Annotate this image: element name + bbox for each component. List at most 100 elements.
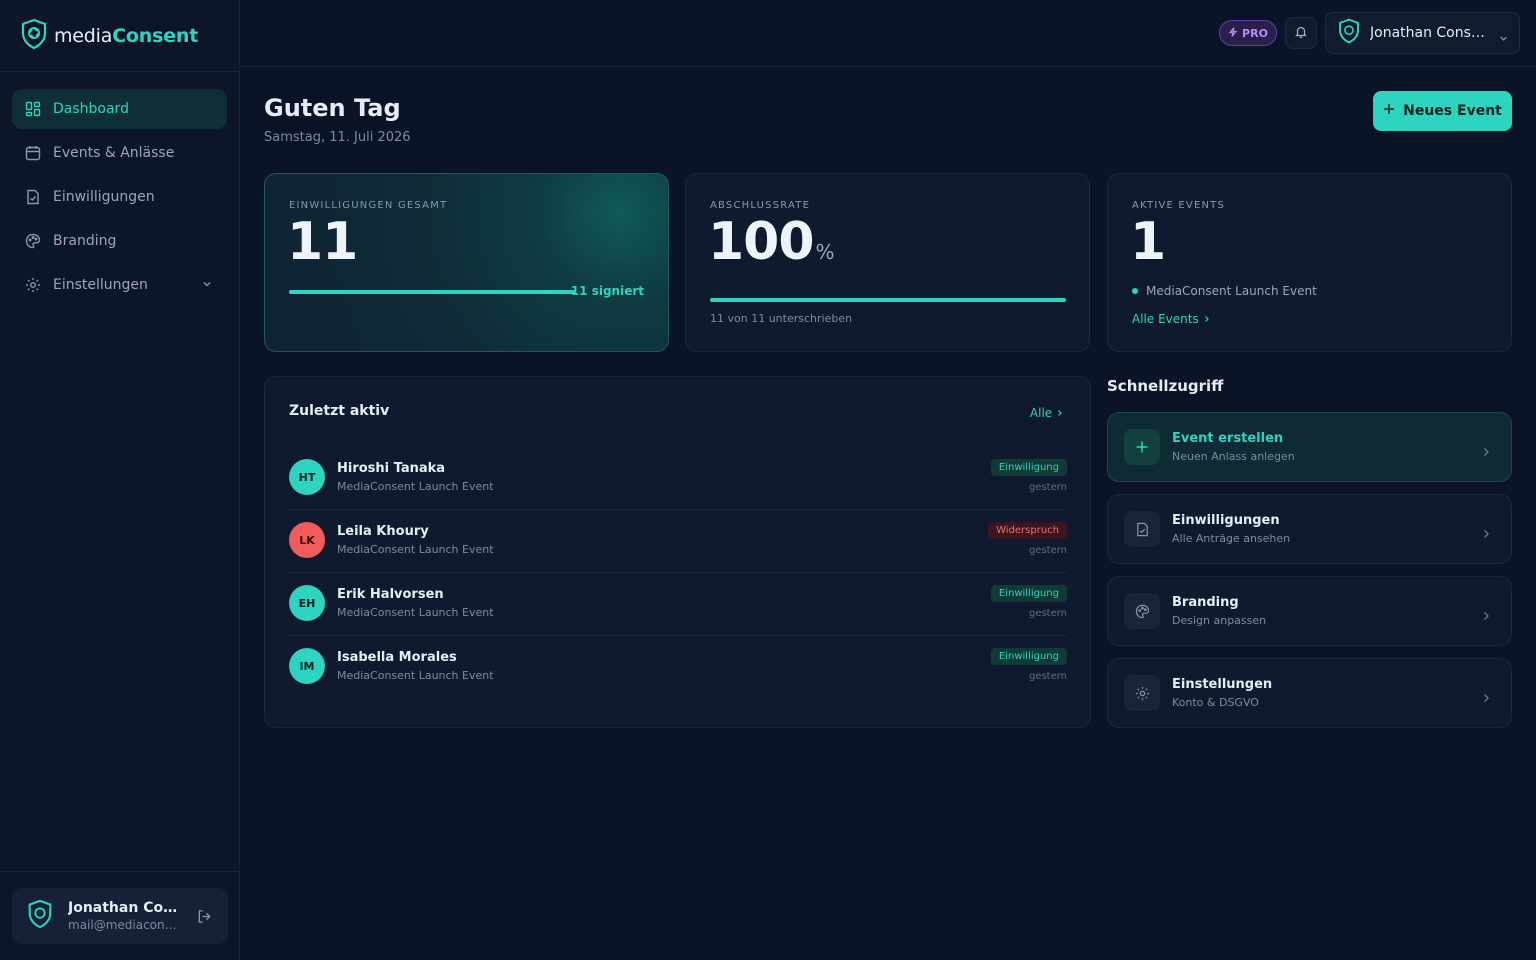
recent-activity-card: Zuletzt aktiv Alle HT Hiroshi Tanaka Med…: [264, 376, 1091, 728]
sidebar-item-branding[interactable]: Branding: [12, 221, 227, 261]
avatar: LK: [289, 522, 325, 558]
stat-unit: %: [815, 240, 835, 264]
user-email: mail@mediaconsent.de: [68, 918, 180, 932]
sidebar-item-label: Dashboard: [53, 101, 129, 117]
quick-title: Einstellungen: [1172, 677, 1273, 692]
palette-icon: [25, 233, 41, 249]
new-event-label: Neues Event: [1403, 103, 1502, 119]
status-badge: Widerspruch: [988, 522, 1067, 539]
account-name: Jonathan Consent: [1370, 25, 1488, 41]
quick-sub: Alle Anträge ansehen: [1172, 532, 1291, 545]
event-name: MediaConsent Launch Event: [337, 543, 494, 556]
stat-sub: 11 von 11 unterschrieben: [710, 312, 853, 325]
event-name: MediaConsent Launch Event: [337, 606, 494, 619]
all-events-link[interactable]: Alle Events: [1132, 312, 1211, 326]
chevron-down-icon[interactable]: [201, 278, 213, 294]
stat-label: AKTIVE EVENTS: [1132, 200, 1226, 211]
sidebar-item-einwilligungen[interactable]: Einwilligungen: [12, 177, 227, 217]
active-event-name: MediaConsent Launch Event: [1146, 284, 1317, 298]
status-badge: Einwilligung: [990, 648, 1067, 665]
sidebar-item-events[interactable]: Events & Anlässe: [12, 133, 227, 173]
signed-count: 11 signiert: [570, 284, 644, 298]
list-item[interactable]: LK Leila Khoury MediaConsent Launch Even…: [289, 510, 1067, 573]
status-badge: Einwilligung: [990, 459, 1067, 476]
avatar: HT: [289, 459, 325, 495]
quick-title: Event erstellen: [1172, 431, 1284, 446]
person-name: Erik Halvorsen: [337, 587, 444, 602]
quick-sub: Neuen Anlass anlegen: [1172, 450, 1295, 463]
plus-icon: [1124, 429, 1160, 465]
chevron-right-icon: [1481, 524, 1491, 543]
chevron-down-icon: [1498, 29, 1509, 48]
quick-einstellungen[interactable]: Einstellungen Konto & DSGVO: [1107, 658, 1512, 728]
chevron-right-icon: [1481, 688, 1491, 707]
stat-label: EINWILLIGUNGEN GESAMT: [289, 200, 448, 211]
chevron-right-icon: [1481, 442, 1491, 461]
quick-title: Einwilligungen: [1172, 513, 1280, 528]
pro-badge[interactable]: PRO: [1219, 20, 1277, 46]
quick-title: Branding: [1172, 595, 1239, 610]
stat-card-consents: EINWILLIGUNGEN GESAMT 11 11 signiert: [264, 173, 669, 352]
bell-icon: [1294, 24, 1308, 43]
account-menu[interactable]: Jonathan Consent: [1325, 12, 1520, 54]
section-title: Zuletzt aktiv: [289, 403, 390, 419]
sidebar-footer: Jonathan Consent mail@mediaconsent.de: [0, 871, 240, 960]
sidebar-item-label: Einwilligungen: [53, 189, 155, 205]
quick-access-title: Schnellzugriff: [1107, 377, 1224, 395]
sidebar: mediaConsent Dashboard Events & Anlässe …: [0, 0, 240, 960]
timestamp: gestern: [1028, 545, 1067, 556]
person-name: Isabella Morales: [337, 650, 457, 665]
stat-card-events: AKTIVE EVENTS 1 MediaConsent Launch Even…: [1107, 173, 1512, 352]
notifications-button[interactable]: [1285, 17, 1317, 49]
list-item[interactable]: EH Erik Halvorsen MediaConsent Launch Ev…: [289, 573, 1067, 636]
list-item[interactable]: IM Isabella Morales MediaConsent Launch …: [289, 636, 1067, 699]
view-all-link[interactable]: Alle: [1030, 406, 1064, 420]
palette-icon: [1124, 593, 1160, 629]
user-card[interactable]: Jonathan Consent mail@mediaconsent.de: [12, 888, 228, 944]
calendar-icon: [25, 145, 41, 161]
stat-value: 1: [1130, 212, 1166, 272]
stat-label: ABSCHLUSSRATE: [710, 200, 811, 211]
event-name: MediaConsent Launch Event: [337, 669, 494, 682]
shield-logo-icon: [20, 18, 48, 54]
progress-bar: [289, 290, 575, 294]
topbar: PRO Jonathan Consent: [240, 0, 1536, 67]
document-check-icon: [25, 189, 41, 205]
person-name: Leila Khoury: [337, 524, 429, 539]
plus-icon: [1383, 103, 1395, 119]
gear-icon: [25, 277, 41, 293]
sidebar-item-label: Einstellungen: [53, 277, 148, 293]
sidebar-item-dashboard[interactable]: Dashboard: [12, 89, 227, 129]
account-avatar-icon: [1337, 18, 1361, 48]
avatar: IM: [289, 648, 325, 684]
timestamp: gestern: [1028, 671, 1067, 682]
lightning-icon: [1228, 26, 1238, 40]
sidebar-item-einstellungen[interactable]: Einstellungen: [12, 265, 227, 305]
brand-logo[interactable]: mediaConsent: [0, 0, 239, 72]
gear-icon: [1124, 675, 1160, 711]
active-event-item: MediaConsent Launch Event: [1132, 284, 1317, 298]
chevron-right-icon: [1056, 406, 1064, 420]
quick-einwilligungen[interactable]: Einwilligungen Alle Anträge ansehen: [1107, 494, 1512, 564]
list-item[interactable]: HT Hiroshi Tanaka MediaConsent Launch Ev…: [289, 447, 1067, 510]
document-check-icon: [1124, 511, 1160, 547]
pro-label: PRO: [1242, 26, 1268, 40]
chevron-right-icon: [1203, 312, 1211, 326]
quick-create-event[interactable]: Event erstellen Neuen Anlass anlegen: [1107, 412, 1512, 482]
quick-sub: Design anpassen: [1172, 614, 1267, 627]
status-badge: Einwilligung: [990, 585, 1067, 602]
chevron-right-icon: [1481, 606, 1491, 625]
quick-branding[interactable]: Branding Design anpassen: [1107, 576, 1512, 646]
sidebar-item-label: Events & Anlässe: [53, 145, 175, 161]
timestamp: gestern: [1028, 608, 1067, 619]
user-name: Jonathan Consent: [68, 900, 186, 916]
stat-value: 11: [287, 212, 358, 272]
logout-icon[interactable]: [197, 909, 212, 928]
new-event-button[interactable]: Neues Event: [1373, 91, 1512, 131]
sidebar-nav: Dashboard Events & Anlässe Einwilligunge…: [0, 72, 239, 326]
timestamp: gestern: [1028, 482, 1067, 493]
progress-bar: [710, 298, 1066, 302]
page-title: Guten Tag: [264, 94, 401, 122]
event-name: MediaConsent Launch Event: [337, 480, 494, 493]
sidebar-item-label: Branding: [53, 233, 117, 249]
